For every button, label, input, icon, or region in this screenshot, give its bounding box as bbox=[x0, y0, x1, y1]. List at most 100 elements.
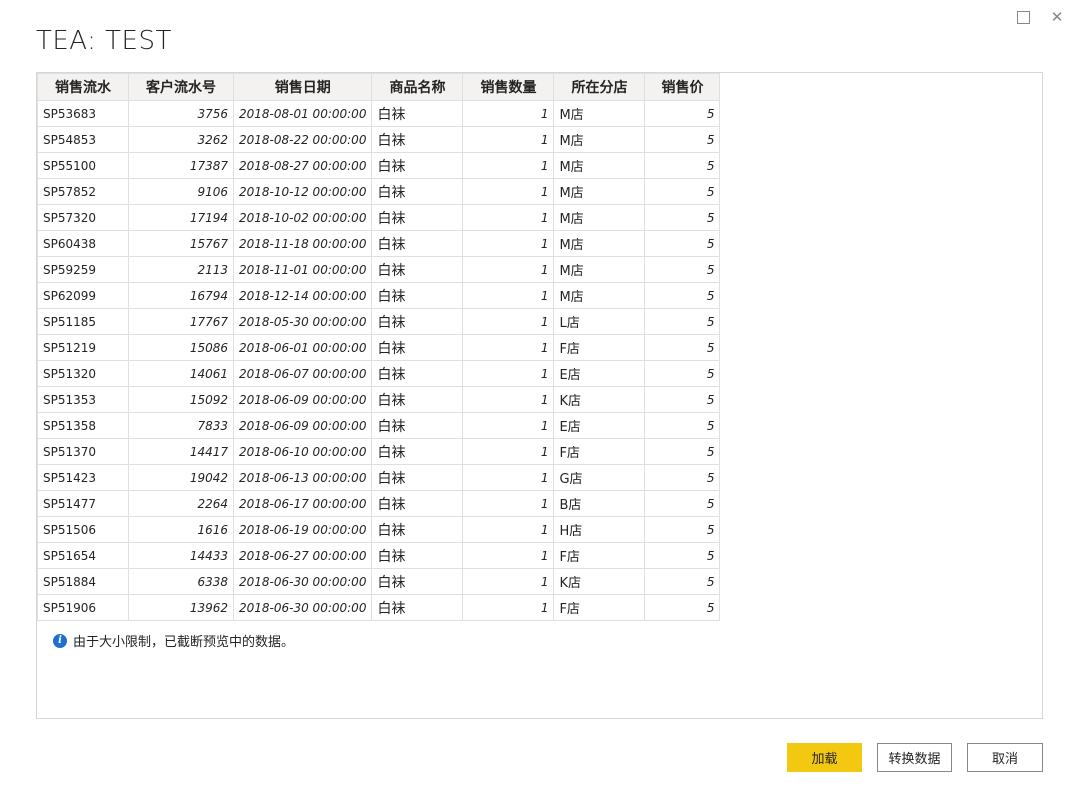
store-cell: M店 bbox=[553, 152, 646, 179]
sale-date-cell: 2018-11-18 00:00:00 bbox=[232, 230, 373, 257]
sale-date-cell: 2018-06-09 00:00:00 bbox=[232, 386, 373, 413]
customer-id-cell: 17767 bbox=[128, 308, 234, 335]
price-cell: 5 bbox=[644, 438, 721, 465]
maximize-icon[interactable] bbox=[1012, 6, 1034, 28]
quantity-cell: 1 bbox=[462, 178, 555, 205]
customer-id-cell: 1616 bbox=[128, 516, 234, 543]
table-row: SP51506 1616 2018-06-19 00:00:00 白袜 1 H店 5 bbox=[37, 516, 721, 543]
table-row: SP57852 9106 2018-10-12 00:00:00 白袜 1 M店 5 bbox=[37, 178, 721, 205]
sale-date-cell: 2018-06-19 00:00:00 bbox=[232, 516, 373, 543]
table-body: SP53683 3756 2018-08-01 00:00:00 白袜 1 M店 5 SP54… bbox=[37, 100, 721, 621]
customer-id-cell: 2264 bbox=[128, 490, 234, 517]
column-header[interactable]: 销售价 bbox=[644, 73, 721, 101]
transform-data-button[interactable]: 转换数据 bbox=[877, 743, 952, 772]
column-header[interactable]: 所在分店 bbox=[553, 73, 646, 101]
customer-id-cell: 17194 bbox=[128, 204, 234, 231]
quantity-cell: 1 bbox=[462, 308, 555, 335]
store-cell: M店 bbox=[553, 256, 646, 283]
preview-table: 销售流水 客户流水号 销售日期 商品名称 销售数量 所在分店 销售价 SP536… bbox=[37, 73, 721, 621]
table-row: SP51423 19042 2018-06-13 00:00:00 白袜 1 G店 5 bbox=[37, 464, 721, 491]
product-name-cell: 白袜 bbox=[371, 412, 464, 439]
customer-id-cell: 15092 bbox=[128, 386, 234, 413]
customer-id-cell: 2113 bbox=[128, 256, 234, 283]
quantity-cell: 1 bbox=[462, 152, 555, 179]
sale-date-cell: 2018-06-30 00:00:00 bbox=[232, 594, 373, 621]
quantity-cell: 1 bbox=[462, 568, 555, 595]
table-row: SP53683 3756 2018-08-01 00:00:00 白袜 1 M店 5 bbox=[37, 100, 721, 127]
store-cell: F店 bbox=[553, 542, 646, 569]
customer-id-cell: 7833 bbox=[128, 412, 234, 439]
sale-date-cell: 2018-06-10 00:00:00 bbox=[232, 438, 373, 465]
product-name-cell: 白袜 bbox=[371, 568, 464, 595]
sale-date-cell: 2018-06-30 00:00:00 bbox=[232, 568, 373, 595]
price-cell: 5 bbox=[644, 126, 721, 153]
table-row: SP60438 15767 2018-11-18 00:00:00 白袜 1 M店 5 bbox=[37, 230, 721, 257]
price-cell: 5 bbox=[644, 334, 721, 361]
table-row: SP57320 17194 2018-10-02 00:00:00 白袜 1 M店 5 bbox=[37, 204, 721, 231]
sale-date-cell: 2018-08-01 00:00:00 bbox=[232, 100, 373, 127]
price-cell: 5 bbox=[644, 256, 721, 283]
store-cell: M店 bbox=[553, 230, 646, 257]
price-cell: 5 bbox=[644, 490, 721, 517]
sale-id-cell: SP51654 bbox=[37, 542, 129, 569]
table-row: SP51370 14417 2018-06-10 00:00:00 白袜 1 F店 5 bbox=[37, 438, 721, 465]
quantity-cell: 1 bbox=[462, 126, 555, 153]
cancel-button[interactable]: 取消 bbox=[967, 743, 1043, 772]
product-name-cell: 白袜 bbox=[371, 516, 464, 543]
sale-date-cell: 2018-06-07 00:00:00 bbox=[232, 360, 373, 387]
store-cell: K店 bbox=[553, 568, 646, 595]
dialog-title: TEA: TEST bbox=[36, 26, 172, 56]
data-preview-panel: 销售流水 客户流水号 销售日期 商品名称 销售数量 所在分店 销售价 SP536… bbox=[36, 72, 1043, 719]
sale-date-cell: 2018-06-01 00:00:00 bbox=[232, 334, 373, 361]
store-cell: E店 bbox=[553, 412, 646, 439]
quantity-cell: 1 bbox=[462, 204, 555, 231]
quantity-cell: 1 bbox=[462, 542, 555, 569]
table-row: SP54853 3262 2018-08-22 00:00:00 白袜 1 M店 5 bbox=[37, 126, 721, 153]
product-name-cell: 白袜 bbox=[371, 256, 464, 283]
close-icon[interactable]: ✕ bbox=[1046, 6, 1068, 28]
price-cell: 5 bbox=[644, 464, 721, 491]
sale-date-cell: 2018-11-01 00:00:00 bbox=[232, 256, 373, 283]
quantity-cell: 1 bbox=[462, 490, 555, 517]
customer-id-cell: 14417 bbox=[128, 438, 234, 465]
product-name-cell: 白袜 bbox=[371, 126, 464, 153]
column-header[interactable]: 销售流水 bbox=[37, 73, 129, 101]
quantity-cell: 1 bbox=[462, 386, 555, 413]
column-header[interactable]: 销售日期 bbox=[232, 73, 373, 101]
price-cell: 5 bbox=[644, 412, 721, 439]
table-row: SP51654 14433 2018-06-27 00:00:00 白袜 1 F店 5 bbox=[37, 542, 721, 569]
table-row: SP51884 6338 2018-06-30 00:00:00 白袜 1 K店 5 bbox=[37, 568, 721, 595]
sale-date-cell: 2018-08-22 00:00:00 bbox=[232, 126, 373, 153]
sale-id-cell: SP51353 bbox=[37, 386, 129, 413]
sale-date-cell: 2018-06-17 00:00:00 bbox=[232, 490, 373, 517]
column-header[interactable]: 商品名称 bbox=[371, 73, 464, 101]
column-header[interactable]: 客户流水号 bbox=[128, 73, 234, 101]
store-cell: M店 bbox=[553, 178, 646, 205]
store-cell: F店 bbox=[553, 594, 646, 621]
table-row: SP51185 17767 2018-05-30 00:00:00 白袜 1 L店 5 bbox=[37, 308, 721, 335]
sale-id-cell: SP51423 bbox=[37, 464, 129, 491]
customer-id-cell: 6338 bbox=[128, 568, 234, 595]
customer-id-cell: 15767 bbox=[128, 230, 234, 257]
quantity-cell: 1 bbox=[462, 594, 555, 621]
table-row: SP62099 16794 2018-12-14 00:00:00 白袜 1 M店 5 bbox=[37, 282, 721, 309]
price-cell: 5 bbox=[644, 178, 721, 205]
sale-date-cell: 2018-10-02 00:00:00 bbox=[232, 204, 373, 231]
price-cell: 5 bbox=[644, 230, 721, 257]
sale-id-cell: SP60438 bbox=[37, 230, 129, 257]
info-icon: i bbox=[53, 633, 67, 648]
table-row: SP51906 13962 2018-06-30 00:00:00 白袜 1 F店 5 bbox=[37, 594, 721, 621]
sale-date-cell: 2018-12-14 00:00:00 bbox=[232, 282, 373, 309]
table-row: SP51219 15086 2018-06-01 00:00:00 白袜 1 F店 5 bbox=[37, 334, 721, 361]
price-cell: 5 bbox=[644, 516, 721, 543]
price-cell: 5 bbox=[644, 360, 721, 387]
load-button[interactable]: 加载 bbox=[787, 743, 862, 772]
sale-date-cell: 2018-06-09 00:00:00 bbox=[232, 412, 373, 439]
sale-id-cell: SP57320 bbox=[37, 204, 129, 231]
product-name-cell: 白袜 bbox=[371, 308, 464, 335]
customer-id-cell: 19042 bbox=[128, 464, 234, 491]
store-cell: K店 bbox=[553, 386, 646, 413]
column-header[interactable]: 销售数量 bbox=[462, 73, 555, 101]
quantity-cell: 1 bbox=[462, 438, 555, 465]
product-name-cell: 白袜 bbox=[371, 282, 464, 309]
